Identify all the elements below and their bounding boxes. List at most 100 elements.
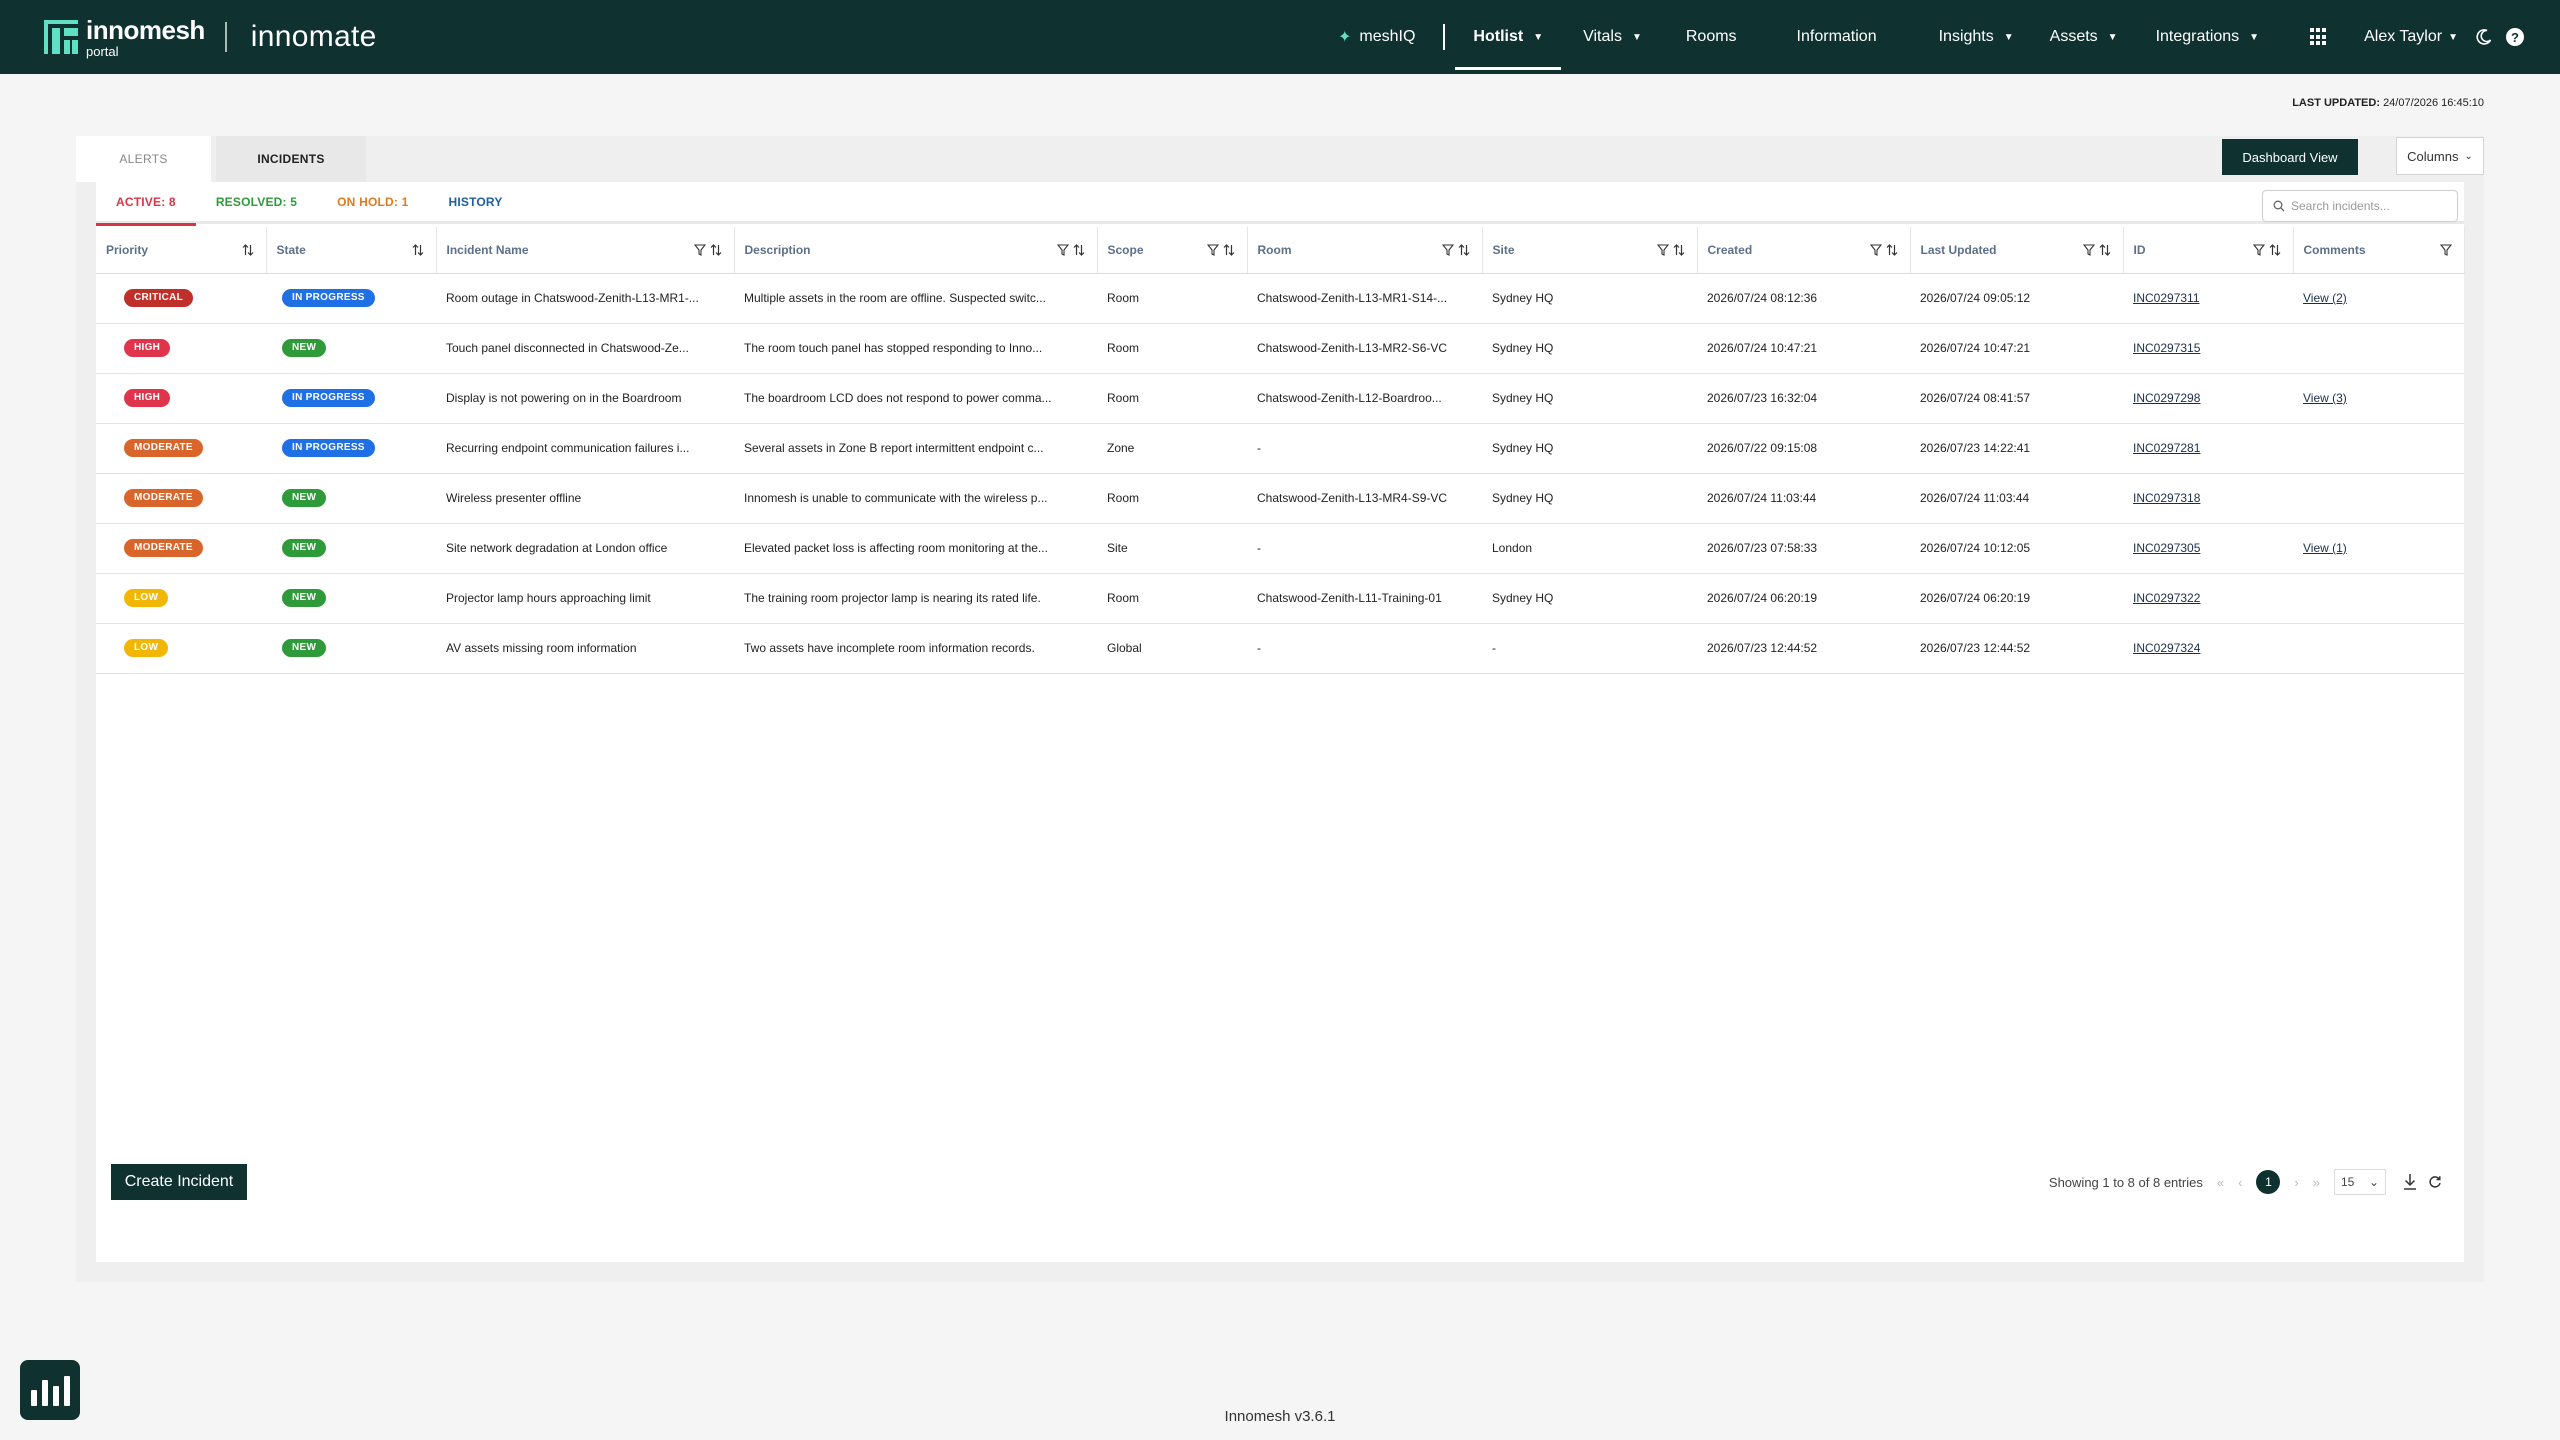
cell-created: 2026/07/24 10:47:21 [1697,323,1910,374]
prev-page-icon[interactable]: ‹ [2238,1175,2242,1190]
filter-icon[interactable] [1441,244,1454,256]
priority-badge: HIGH [124,389,171,407]
column-header[interactable]: Description [734,227,1098,274]
incident-id-link[interactable]: INC0297322 [2133,591,2200,605]
table-row[interactable]: MODERATE IN PROGRESS Recurring endpoint co… [96,423,2464,474]
filter-icon[interactable] [1656,244,1669,256]
cell-room: Chatswood-Zenith-L13-MR2-S6-VC [1247,323,1482,374]
cell-priority: LOW [96,623,266,674]
first-page-icon[interactable]: « [2217,1175,2224,1190]
incident-id-link[interactable]: INC0297298 [2133,391,2200,405]
subtab-history[interactable]: HISTORY [428,181,522,223]
subtab-resolved[interactable]: RESOLVED: 5 [196,181,317,223]
sort-icon[interactable] [2269,243,2281,256]
entries-summary: Showing 1 to 8 of 8 entries [2048,1174,2203,1190]
column-header[interactable]: Site [1482,227,1698,274]
filter-icon[interactable] [1056,244,1069,256]
refresh-icon[interactable] [2428,1175,2442,1189]
cell-desc: The training room projector lamp is near… [734,573,1097,624]
nav-rooms[interactable]: Rooms [1686,0,1737,74]
incident-id-link[interactable]: INC0297318 [2133,491,2200,505]
column-header[interactable]: Incident Name [436,227,735,274]
cell-id: INC0297318 [2123,473,2293,524]
subtab-on-hold[interactable]: ON HOLD: 1 [317,181,428,223]
sort-icon[interactable] [1886,243,1898,256]
sort-icon[interactable] [242,243,254,256]
last-page-icon[interactable]: » [2313,1175,2320,1190]
table-row[interactable]: MODERATE NEW Wireless presenter offline Inn… [96,473,2464,524]
table-row[interactable]: LOW NEW AV assets missing room information… [96,623,2464,674]
table-row[interactable]: CRITICAL IN PROGRESS Room outage in Chatsw… [96,273,2464,324]
status-subtabs: ACTIVE: 8 RESOLVED: 5 ON HOLD: 1 HISTORY [96,181,2464,226]
search-input[interactable] [2291,199,2451,213]
cell-comments [2293,573,2464,624]
table-row[interactable]: HIGH IN PROGRESS Display is not powering o… [96,373,2464,424]
column-header[interactable]: Last Updated [1910,227,2124,274]
cell-updated: 2026/07/24 10:12:05 [1910,523,2123,574]
tab-alerts[interactable]: ALERTS [76,136,211,182]
nav-integrations[interactable]: Integrations ▼ [2156,0,2260,74]
comments-link[interactable]: View (1) [2303,541,2347,555]
column-header[interactable]: Room [1247,227,1483,274]
brand[interactable]: innomesh portal innomate [44,0,377,74]
sort-icon[interactable] [1073,243,1085,256]
apps-grid-icon[interactable] [2310,28,2328,46]
nav-meshiq[interactable]: ✦ meshIQ [1338,0,1415,74]
incident-id-link[interactable]: INC0297305 [2133,541,2200,555]
create-incident-button[interactable]: Create Incident [111,1164,247,1200]
column-header[interactable]: State [266,227,437,274]
column-header[interactable]: Priority [96,227,267,274]
dashboard-view-button[interactable]: Dashboard View [2222,139,2358,175]
column-header[interactable]: Comments [2293,227,2465,274]
nav-information[interactable]: Information [1797,0,1877,74]
cell-updated: 2026/07/24 06:20:19 [1910,573,2123,624]
sort-icon[interactable] [710,243,722,256]
page-number-current[interactable]: 1 [2256,1170,2281,1194]
cell-updated: 2026/07/24 08:41:57 [1910,373,2123,424]
comments-link[interactable]: View (2) [2303,291,2347,305]
cell-created: 2026/07/24 08:12:36 [1697,273,1910,324]
filter-icon[interactable] [2082,244,2095,256]
next-page-icon[interactable]: › [2294,1175,2298,1190]
state-badge: NEW [282,589,327,607]
filter-icon[interactable] [1869,244,1882,256]
download-icon[interactable] [2402,1173,2418,1191]
nav-insights[interactable]: Insights ▼ [1939,0,2014,74]
filter-icon[interactable] [1206,244,1219,256]
columns-button[interactable]: Columns ⌄ [2396,137,2484,175]
table-row[interactable]: MODERATE NEW Site network degradation at L… [96,523,2464,574]
cell-id: INC0297298 [2123,373,2293,424]
sort-icon[interactable] [412,243,424,256]
comments-link[interactable]: View (3) [2303,391,2347,405]
table-row[interactable]: LOW NEW Projector lamp hours approaching l… [96,573,2464,624]
table-row[interactable]: HIGH NEW Touch panel disconnected in Chats… [96,323,2464,374]
column-header[interactable]: Created [1697,227,1911,274]
cell-scope: Zone [1097,423,1247,474]
sort-icon[interactable] [1223,243,1235,256]
column-header[interactable]: ID [2123,227,2294,274]
cell-created: 2026/07/23 12:44:52 [1697,623,1910,674]
nav-assets[interactable]: Assets ▼ [2050,0,2118,74]
help-icon[interactable]: ? [2506,28,2524,46]
filter-icon[interactable] [2439,244,2452,256]
sort-icon[interactable] [1458,243,1470,256]
page-size-select[interactable]: 15 ⌄ [2334,1169,2386,1195]
column-header[interactable]: Scope [1097,227,1248,274]
subtab-active[interactable]: ACTIVE: 8 [96,181,196,226]
nav-hotlist[interactable]: Hotlist ▼ [1455,0,1561,74]
filter-icon[interactable] [693,244,706,256]
nav-vitals[interactable]: Vitals ▼ [1583,0,1642,74]
dark-mode-icon[interactable] [2476,29,2492,45]
incident-id-link[interactable]: INC0297315 [2133,341,2200,355]
filter-icon[interactable] [2252,244,2265,256]
sort-icon[interactable] [2099,243,2111,256]
pagination: Showing 1 to 8 of 8 entries « ‹ 1 › » 15… [2049,1164,2442,1200]
tab-incidents[interactable]: INCIDENTS [216,136,366,182]
priority-badge: HIGH [124,339,171,357]
sparkle-icon: ✦ [1338,29,1352,46]
incident-id-link[interactable]: INC0297281 [2133,441,2200,455]
sort-icon[interactable] [1673,243,1685,256]
user-menu[interactable]: Alex Taylor ▼ [2364,28,2458,46]
incident-id-link[interactable]: INC0297311 [2133,291,2200,305]
incident-id-link[interactable]: INC0297324 [2133,641,2200,655]
